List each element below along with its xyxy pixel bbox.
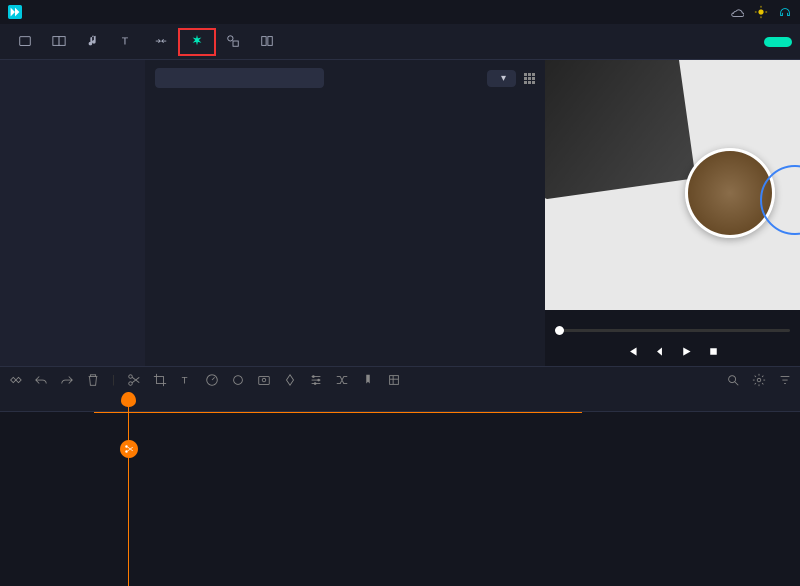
marker-icon[interactable] bbox=[361, 373, 375, 387]
preview-video[interactable] bbox=[545, 60, 800, 310]
menu-export[interactable] bbox=[102, 10, 114, 14]
menu-tools[interactable] bbox=[70, 10, 82, 14]
stop-button[interactable] bbox=[707, 345, 720, 358]
topbar-right bbox=[730, 5, 792, 19]
menu-help[interactable] bbox=[118, 10, 130, 14]
settings-icon[interactable] bbox=[752, 373, 766, 387]
preview-panel bbox=[545, 60, 800, 366]
range-indicator bbox=[94, 412, 582, 413]
play-controls bbox=[626, 345, 720, 358]
search-input[interactable] bbox=[155, 68, 324, 88]
zoom-fit-icon[interactable] bbox=[726, 373, 740, 387]
tab-titles[interactable]: T bbox=[110, 30, 144, 54]
undo-icon[interactable] bbox=[34, 373, 48, 387]
sun-icon[interactable] bbox=[754, 5, 768, 19]
screenshot-icon[interactable] bbox=[257, 373, 271, 387]
tab-transitions[interactable] bbox=[144, 30, 178, 54]
delete-icon[interactable] bbox=[86, 373, 100, 387]
speed-icon[interactable] bbox=[205, 373, 219, 387]
preview-content-laptop bbox=[545, 60, 696, 199]
color-icon[interactable] bbox=[231, 373, 245, 387]
menu-view[interactable] bbox=[86, 10, 98, 14]
keyframe-tool-icon[interactable] bbox=[8, 373, 22, 387]
render-icon[interactable] bbox=[387, 373, 401, 387]
effects-sidebar bbox=[0, 60, 145, 366]
keyframes-icon[interactable] bbox=[283, 373, 297, 387]
preview-scrubber[interactable] bbox=[555, 329, 790, 332]
prev-button[interactable] bbox=[626, 345, 639, 358]
module-tabs: T bbox=[0, 24, 800, 60]
split-icon[interactable] bbox=[127, 373, 141, 387]
chevron-down-icon: ▾ bbox=[501, 73, 506, 84]
timeline-toolbar: | T bbox=[0, 366, 800, 392]
playhead[interactable] bbox=[128, 392, 129, 586]
menu-edit[interactable] bbox=[54, 10, 66, 14]
tab-audio[interactable] bbox=[76, 30, 110, 54]
svg-text:T: T bbox=[122, 35, 129, 47]
cloud-icon[interactable] bbox=[730, 5, 744, 19]
app-logo-icon bbox=[8, 5, 22, 19]
timeline bbox=[0, 392, 800, 586]
time-ruler[interactable] bbox=[0, 392, 800, 412]
mix-icon[interactable] bbox=[335, 373, 349, 387]
tab-stock-media[interactable] bbox=[42, 30, 76, 54]
effects-panel: ▾ bbox=[145, 60, 545, 366]
sort-icon[interactable] bbox=[778, 373, 792, 387]
adjust-icon[interactable] bbox=[309, 373, 323, 387]
step-back-button[interactable] bbox=[653, 345, 666, 358]
crop-icon[interactable] bbox=[153, 373, 167, 387]
scissors-indicator[interactable] bbox=[120, 440, 138, 458]
tab-elements[interactable] bbox=[216, 30, 250, 54]
grid-view-icon[interactable] bbox=[524, 73, 535, 84]
headset-icon[interactable] bbox=[778, 5, 792, 19]
scrubber-handle[interactable] bbox=[555, 326, 564, 335]
play-button[interactable] bbox=[680, 345, 693, 358]
menu-file[interactable] bbox=[38, 10, 50, 14]
tab-split-screen[interactable] bbox=[250, 30, 284, 54]
tab-effects[interactable] bbox=[178, 28, 216, 56]
text-icon[interactable]: T bbox=[179, 373, 193, 387]
filter-dropdown[interactable]: ▾ bbox=[487, 70, 516, 87]
tab-media[interactable] bbox=[8, 30, 42, 54]
title-bar bbox=[0, 0, 800, 24]
export-button[interactable] bbox=[764, 37, 792, 47]
redo-icon[interactable] bbox=[60, 373, 74, 387]
svg-text:T: T bbox=[181, 375, 187, 386]
